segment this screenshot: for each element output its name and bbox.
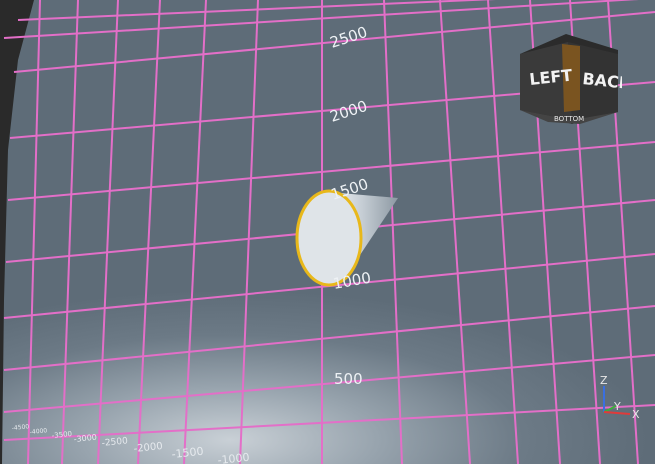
cube-bottom-label: BOTTOM (554, 115, 584, 123)
axis-label-neg2500: -2500 (101, 436, 128, 449)
axis-label-2000: 2000 (328, 97, 370, 126)
axis-label-neg2000: -2000 (133, 441, 163, 455)
axis-label-neg1000: -1000 (217, 451, 250, 464)
axis-label-neg3000: -3000 (73, 433, 97, 444)
y-axis-label: Y (613, 400, 621, 413)
axis-label-neg1500: -1500 (171, 445, 204, 461)
x-axis-label: X (632, 408, 640, 420)
axis-label-neg3500: -3500 (51, 430, 72, 440)
axis-label-neg4500: -4500 (11, 423, 29, 432)
navigation-cube[interactable]: LEFT BACK BOTTOM (518, 32, 622, 124)
axis-label-2500: 2500 (328, 23, 370, 52)
axis-triad[interactable]: Z Y X (594, 372, 644, 420)
cone-object[interactable] (295, 189, 398, 287)
3d-viewport[interactable]: 2500 2000 1500 1000 500 -1500 -1000 -200… (0, 0, 655, 464)
axis-label-neg4000: -4000 (29, 427, 47, 436)
axis-label-500: 500 (334, 370, 363, 388)
z-axis-label: Z (600, 374, 608, 387)
